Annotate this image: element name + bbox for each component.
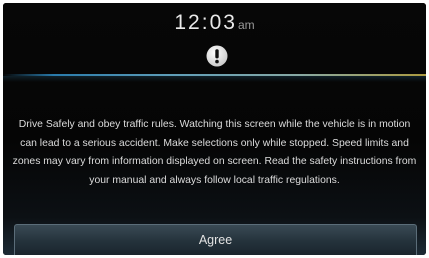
clock-ampm: am <box>237 18 255 32</box>
safety-warning-screen: 12:03am Drive Safely and obey traffic ru… <box>3 3 426 255</box>
agree-button[interactable]: Agree <box>14 224 417 255</box>
safety-message: Drive Safely and obey traffic rules. Wat… <box>12 119 417 186</box>
header-divider-glow <box>3 76 426 82</box>
display-frame: 12:03am Drive Safely and obey traffic ru… <box>3 3 426 255</box>
exclamation-icon <box>206 45 228 67</box>
clock-time: 12:03 <box>174 11 237 34</box>
clock: 12:03am <box>3 11 426 35</box>
